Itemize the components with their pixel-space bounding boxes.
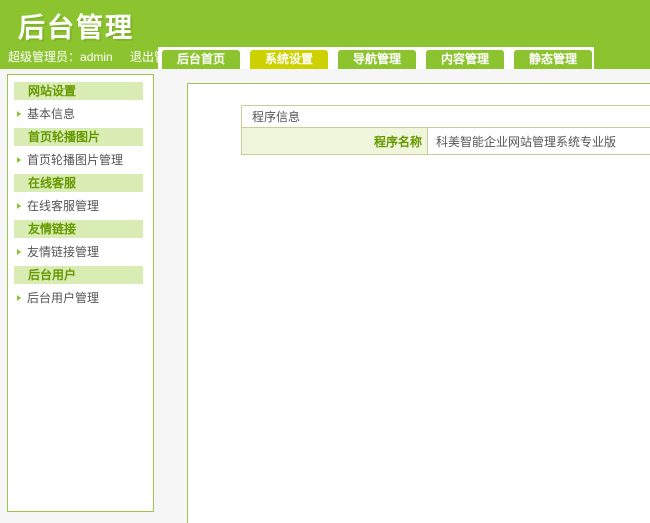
- tab-content-management[interactable]: 内容管理: [426, 50, 504, 69]
- tab-navigation-management[interactable]: 导航管理: [338, 50, 416, 69]
- sidebar-item-label: 在线客服管理: [27, 199, 100, 213]
- arrow-bullet-icon: [17, 248, 21, 255]
- tab-strip: 后台首页 系统设置 导航管理 内容管理 静态管理: [158, 47, 594, 69]
- main-content-panel: 程序信息 程序名称 科美智能企业网站管理系统专业版: [187, 83, 650, 523]
- table-caption: 程序信息: [241, 105, 650, 128]
- sidebar-section-home-carousel: 首页轮播图片: [14, 128, 143, 146]
- sidebar-item-label: 后台用户管理: [27, 291, 100, 305]
- program-name-value: 科美智能企业网站管理系统专业版: [427, 127, 650, 155]
- tab-backend-home[interactable]: 后台首页: [162, 50, 240, 69]
- tab-system-settings[interactable]: 系统设置: [250, 50, 328, 69]
- admin-user-label: 超级管理员：: [8, 50, 81, 64]
- program-info-table: 程序信息 程序名称 科美智能企业网站管理系统专业版: [241, 105, 650, 155]
- table-row: 程序名称 科美智能企业网站管理系统专业版: [241, 127, 650, 155]
- app-title: 后台管理: [18, 13, 134, 43]
- sidebar-item-label: 基本信息: [27, 107, 76, 121]
- sidebar-item-online-service-management[interactable]: 在线客服管理: [8, 192, 153, 220]
- arrow-bullet-icon: [17, 110, 21, 117]
- table-row: 程序信息: [241, 105, 650, 128]
- sidebar-item-friendly-links-management[interactable]: 友情链接管理: [8, 238, 153, 266]
- arrow-bullet-icon: [17, 202, 21, 209]
- sidebar-item-basic-info[interactable]: 基本信息: [8, 100, 153, 128]
- sidebar-section-online-service: 在线客服: [14, 174, 143, 192]
- sidebar-item-backend-user-management[interactable]: 后台用户管理: [8, 284, 153, 312]
- sidebar-section-site-settings: 网站设置: [14, 82, 143, 100]
- sidebar: 网站设置 基本信息 首页轮播图片 首页轮播图片管理 在线客服 在线客服管理 友情…: [7, 74, 154, 512]
- admin-page: 后台管理 超级管理员：admin 退出管理 后台首页 系统设置 导航管理 内容管…: [0, 0, 650, 523]
- top-header: 后台管理 超级管理员：admin 退出管理 后台首页 系统设置 导航管理 内容管…: [0, 0, 650, 69]
- sidebar-item-carousel-management[interactable]: 首页轮播图片管理: [8, 146, 153, 174]
- sidebar-item-label: 友情链接管理: [27, 245, 100, 259]
- tab-static-management[interactable]: 静态管理: [514, 50, 592, 69]
- sidebar-section-friendly-links: 友情链接: [14, 220, 143, 238]
- program-name-label: 程序名称: [241, 127, 428, 155]
- sidebar-item-label: 首页轮播图片管理: [27, 153, 124, 167]
- admin-username: admin: [80, 50, 113, 64]
- sidebar-section-backend-users: 后台用户: [14, 266, 143, 284]
- arrow-bullet-icon: [17, 294, 21, 301]
- admin-bar: 超级管理员：admin 退出管理: [8, 48, 178, 65]
- arrow-bullet-icon: [17, 156, 21, 163]
